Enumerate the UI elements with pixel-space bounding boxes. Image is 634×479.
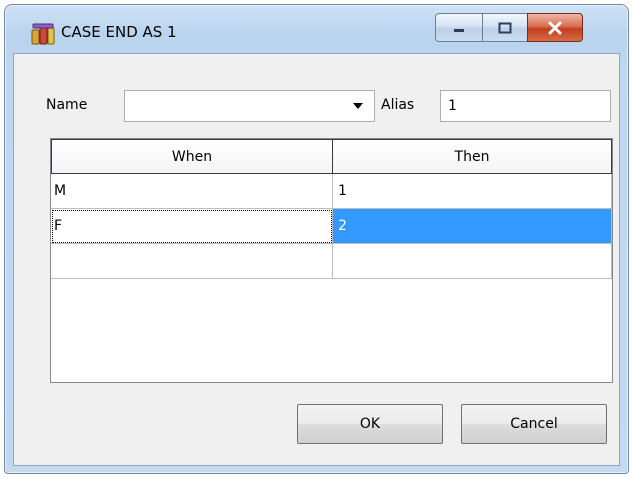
when-cell[interactable] [51,244,333,279]
when-cell[interactable]: M [51,174,333,209]
then-cell[interactable] [333,244,612,279]
cancel-button[interactable]: Cancel [461,404,607,444]
maximize-icon [498,22,512,33]
grid-header: When Then [51,139,612,174]
when-cell[interactable]: F [51,209,333,244]
title-bar[interactable]: CASE END AS 1 [5,5,628,53]
database-fields-icon [31,23,55,45]
dropdown-arrow[interactable] [346,91,370,121]
name-dropdown[interactable] [124,90,375,122]
close-icon [548,21,562,34]
close-button[interactable] [527,13,583,42]
window-title: CASE END AS 1 [61,23,177,41]
column-header-then[interactable]: Then [333,139,612,174]
chevron-down-icon [353,103,363,109]
dialog-body: Name Alias When Then M 1 F 2 [13,53,620,466]
ok-button[interactable]: OK [297,404,443,444]
maximize-button[interactable] [482,13,528,42]
name-label: Name [46,97,88,113]
alias-input[interactable] [440,90,611,122]
then-cell[interactable]: 1 [333,174,612,209]
table-row[interactable]: M 1 [51,174,612,209]
column-header-when[interactable]: When [51,139,333,174]
alias-label: Alias [381,97,415,113]
dialog-window: CASE END AS 1 Name Alias 1 When Then M 1… [4,4,629,474]
table-row-selected[interactable]: F 2 [51,209,612,244]
then-cell[interactable]: 2 [333,209,612,244]
minimize-icon [454,28,464,32]
table-row-new[interactable] [51,244,612,279]
case-grid[interactable]: When Then M 1 F 2 [50,138,613,383]
minimize-button[interactable] [435,13,483,42]
